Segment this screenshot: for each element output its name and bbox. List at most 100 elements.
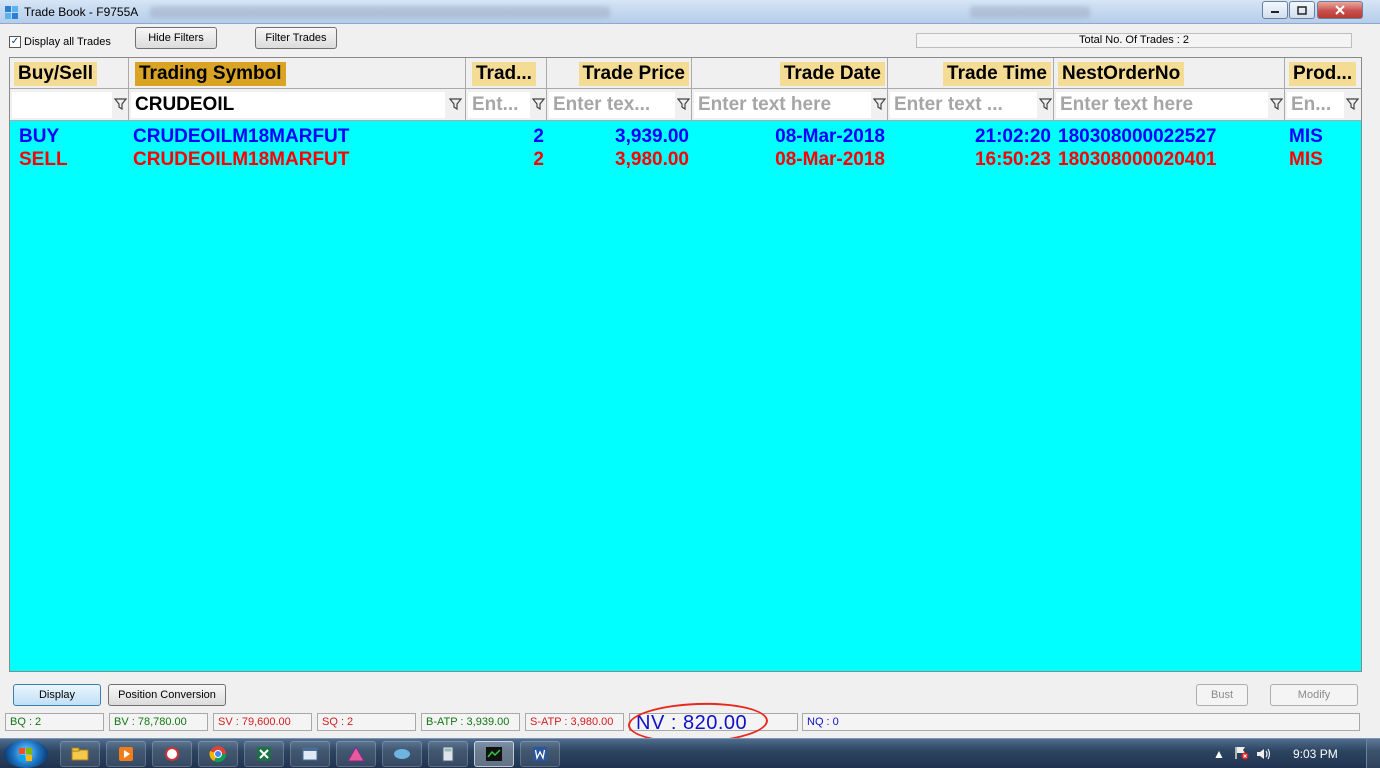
action-center-icon[interactable] bbox=[1234, 746, 1250, 760]
maximize-icon bbox=[1297, 5, 1307, 15]
calculator-icon[interactable] bbox=[428, 741, 468, 767]
trade-grid: Buy/Sell Trading Symbol Trad... Trade Pr… bbox=[9, 57, 1362, 672]
status-bv: BV : 78,780.00 bbox=[109, 713, 208, 731]
filter-input-product[interactable] bbox=[1287, 92, 1344, 118]
filter-input-trade-time[interactable] bbox=[890, 92, 1037, 118]
blurred-title-area bbox=[970, 6, 1090, 18]
minimize-icon bbox=[1271, 11, 1279, 13]
column-header-trading-symbol[interactable]: Trading Symbol bbox=[129, 58, 466, 89]
column-header-trade-date[interactable]: Trade Date bbox=[692, 58, 888, 89]
status-s-atp: S-ATP : 3,980.00 bbox=[525, 713, 624, 731]
hide-filters-button[interactable]: Hide Filters bbox=[135, 27, 217, 49]
filter-funnel-icon[interactable] bbox=[873, 97, 886, 111]
filter-cell-product bbox=[1285, 89, 1361, 121]
table-row[interactable]: SELL CRUDEOILM18MARFUT 2 3,980.00 08-Mar… bbox=[10, 148, 1361, 171]
blurred-title-area bbox=[150, 6, 610, 18]
filter-cell-trade-qty bbox=[466, 89, 547, 121]
cell-nest-order-no: 180308000022527 bbox=[1058, 126, 1217, 147]
app-icon[interactable] bbox=[152, 741, 192, 767]
bust-button[interactable]: Bust bbox=[1196, 684, 1248, 706]
column-header-trade-price[interactable]: Trade Price bbox=[547, 58, 692, 89]
trading-terminal-icon[interactable] bbox=[474, 741, 514, 767]
checkmark-icon: ✓ bbox=[10, 36, 20, 47]
status-b-atp: B-ATP : 3,939.00 bbox=[421, 713, 520, 731]
app-icon[interactable] bbox=[382, 741, 422, 767]
filter-trades-button[interactable]: Filter Trades bbox=[255, 27, 337, 49]
app-icon[interactable] bbox=[336, 741, 376, 767]
app-logo-icon bbox=[5, 6, 18, 19]
cell-buy-sell: SELL bbox=[19, 149, 68, 170]
status-sv: SV : 79,600.00 bbox=[213, 713, 312, 731]
filter-input-nest-order-no[interactable] bbox=[1056, 92, 1268, 118]
chrome-icon[interactable] bbox=[198, 741, 238, 767]
filter-input-trade-price[interactable] bbox=[549, 92, 675, 118]
display-all-trades-checkbox[interactable]: ✓ bbox=[9, 36, 21, 48]
maximize-button[interactable] bbox=[1289, 1, 1315, 19]
show-desktop-button[interactable] bbox=[1366, 739, 1380, 768]
grid-filter-row bbox=[10, 89, 1361, 121]
windows-taskbar: ▲ 9:03 PM bbox=[0, 738, 1380, 768]
start-button[interactable] bbox=[4, 740, 48, 768]
filter-funnel-icon[interactable] bbox=[677, 97, 690, 111]
table-row[interactable]: BUY CRUDEOILM18MARFUT 2 3,939.00 08-Mar-… bbox=[10, 125, 1361, 148]
windows-logo-icon bbox=[19, 748, 33, 761]
column-header-buy-sell[interactable]: Buy/Sell bbox=[10, 58, 129, 89]
volume-icon[interactable] bbox=[1256, 747, 1272, 761]
status-bq: BQ : 2 bbox=[5, 713, 104, 731]
close-button[interactable] bbox=[1317, 1, 1363, 19]
filter-funnel-icon[interactable] bbox=[449, 97, 462, 111]
modify-button[interactable]: Modify bbox=[1270, 684, 1358, 706]
app-window-icon[interactable] bbox=[290, 741, 330, 767]
filter-cell-trade-price bbox=[547, 89, 692, 121]
filter-funnel-icon[interactable] bbox=[1039, 97, 1052, 111]
tray-expand-icon[interactable]: ▲ bbox=[1213, 747, 1225, 761]
column-header-trade-qty[interactable]: Trad... bbox=[466, 58, 547, 89]
filter-input-trade-qty[interactable] bbox=[468, 92, 530, 118]
word-icon[interactable] bbox=[520, 741, 560, 767]
filter-cell-buy-sell bbox=[10, 89, 129, 121]
cell-nest-order-no: 180308000020401 bbox=[1058, 149, 1217, 170]
position-conversion-button[interactable]: Position Conversion bbox=[108, 684, 226, 706]
column-header-nest-order-no[interactable]: NestOrderNo bbox=[1054, 58, 1285, 89]
cell-trade-time: 21:02:20 bbox=[974, 126, 1051, 147]
total-trades-count: Total No. Of Trades : 2 bbox=[916, 33, 1352, 48]
cell-trade-date: 08-Mar-2018 bbox=[775, 149, 885, 170]
grid-header-row: Buy/Sell Trading Symbol Trad... Trade Pr… bbox=[10, 58, 1361, 89]
filter-funnel-icon[interactable] bbox=[532, 97, 545, 111]
title-bar: Trade Book - F9755A bbox=[0, 0, 1380, 24]
status-sq: SQ : 2 bbox=[317, 713, 416, 731]
file-explorer-icon[interactable] bbox=[60, 741, 100, 767]
cell-product: MIS bbox=[1289, 149, 1323, 170]
status-nq: NQ : 0 bbox=[802, 713, 1360, 731]
cell-trading-symbol: CRUDEOILM18MARFUT bbox=[133, 126, 350, 147]
cell-buy-sell: BUY bbox=[19, 126, 60, 147]
filter-funnel-icon[interactable] bbox=[1346, 97, 1359, 111]
cell-trade-qty: 2 bbox=[533, 149, 544, 170]
toolbar: ✓ Display all Trades Hide Filters Filter… bbox=[0, 25, 1366, 55]
display-all-trades-label: Display all Trades bbox=[24, 36, 111, 48]
column-header-product[interactable]: Prod... bbox=[1285, 58, 1361, 89]
cell-trade-time: 16:50:23 bbox=[974, 149, 1051, 170]
filter-cell-trade-date bbox=[692, 89, 888, 121]
cell-trade-price: 3,980.00 bbox=[615, 149, 689, 170]
filter-cell-trade-time bbox=[888, 89, 1054, 121]
display-button[interactable]: Display bbox=[13, 684, 101, 706]
taskbar-clock[interactable]: 9:03 PM bbox=[1293, 747, 1338, 761]
window-title: Trade Book - F9755A bbox=[24, 5, 139, 19]
filter-funnel-icon[interactable] bbox=[1270, 97, 1283, 111]
media-player-icon[interactable] bbox=[106, 741, 146, 767]
cell-trade-price: 3,939.00 bbox=[615, 126, 689, 147]
minimize-button[interactable] bbox=[1262, 1, 1288, 19]
filter-cell-trading-symbol bbox=[129, 89, 466, 121]
status-bar: BQ : 2 BV : 78,780.00 SV : 79,600.00 SQ … bbox=[0, 700, 1366, 746]
excel-icon[interactable] bbox=[244, 741, 284, 767]
filter-funnel-icon[interactable] bbox=[114, 97, 127, 111]
filter-input-trade-date[interactable] bbox=[694, 92, 871, 118]
filter-input-buy-sell[interactable] bbox=[12, 92, 112, 118]
close-icon bbox=[1335, 5, 1345, 15]
column-header-trade-time[interactable]: Trade Time bbox=[888, 58, 1054, 89]
filter-input-trading-symbol[interactable] bbox=[131, 92, 445, 118]
filter-cell-nest-order-no bbox=[1054, 89, 1285, 121]
cell-trading-symbol: CRUDEOILM18MARFUT bbox=[133, 149, 350, 170]
cell-product: MIS bbox=[1289, 126, 1323, 147]
